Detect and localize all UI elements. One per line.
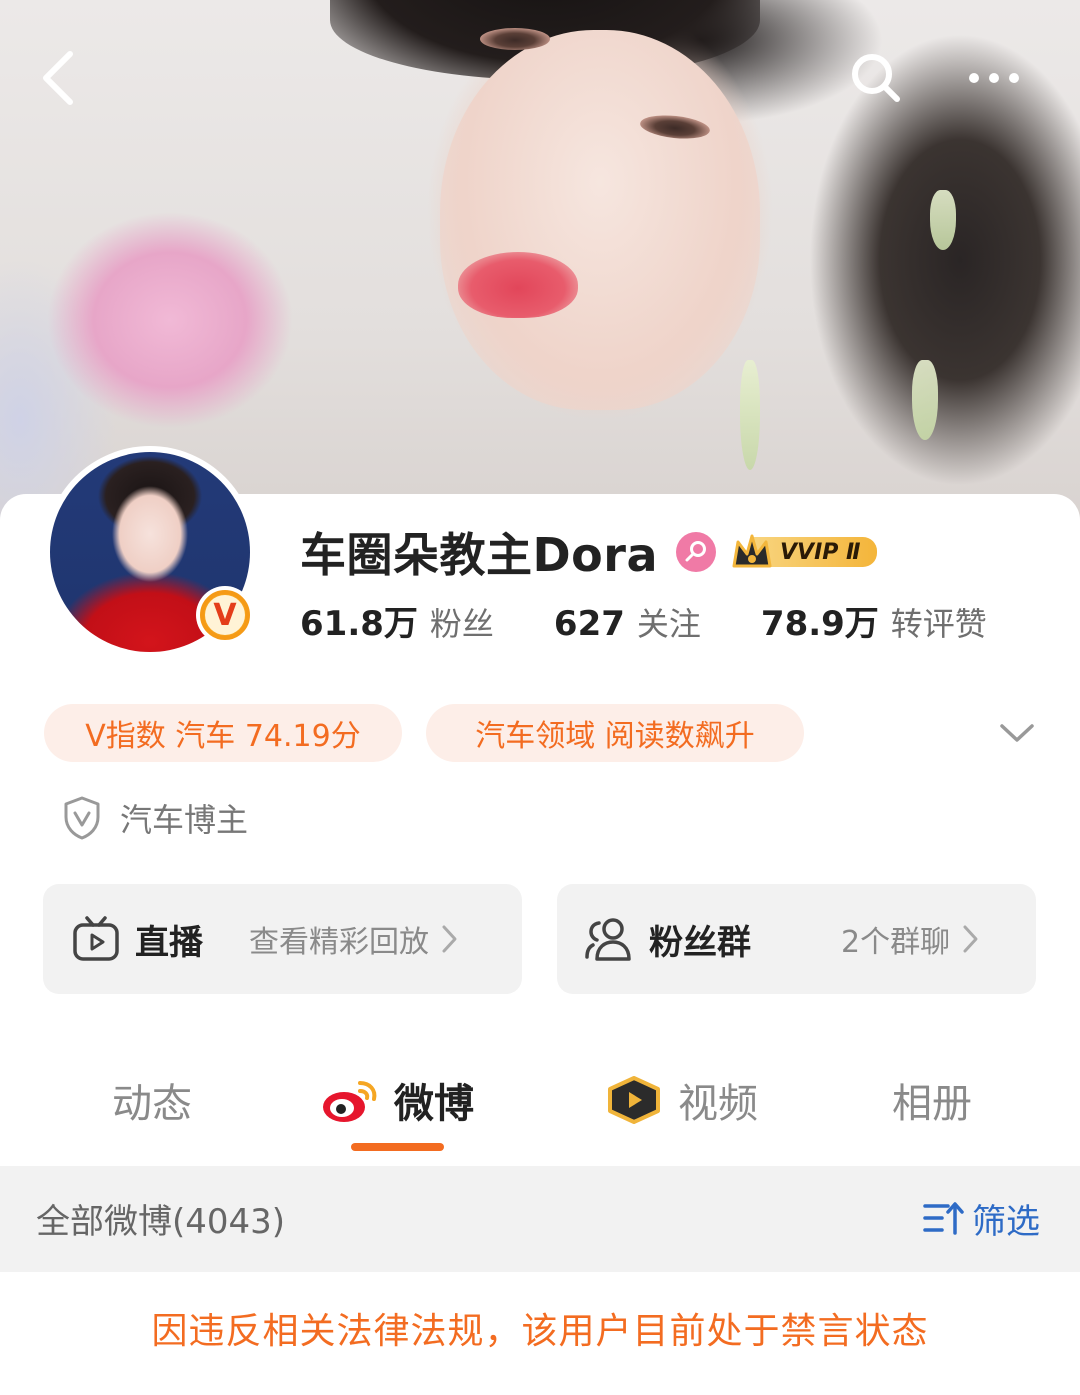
filter-button[interactable]: 筛选 xyxy=(922,1192,1040,1244)
crown-icon xyxy=(732,534,772,568)
live-card[interactable]: 直播 查看精彩回放 xyxy=(43,884,522,994)
role-label: 汽车博主 xyxy=(120,801,249,839)
tab-album[interactable]: 相册 xyxy=(892,1060,972,1140)
chevron-right-icon xyxy=(963,925,978,953)
active-tab-indicator xyxy=(351,1143,444,1151)
vvip-badge[interactable]: VVIP Ⅱ xyxy=(730,532,877,572)
feed-count: 全部微博(4043) xyxy=(36,1202,286,1242)
fan-group-title: 粉丝群 xyxy=(649,922,751,963)
tag-reading-surge[interactable]: 汽车领域 阅读数飙升 xyxy=(426,704,804,762)
stat-interactions[interactable]: 78.9万 转评赞 xyxy=(761,596,987,645)
notice-area: 因违反相关法律法规，该用户目前处于禁言状态 xyxy=(0,1272,1080,1395)
ban-notice: 因违反相关法律法规，该用户目前处于禁言状态 xyxy=(151,1311,929,1352)
content-tabs: 动态 微博 视频 相册 xyxy=(0,1060,1080,1150)
search-button[interactable] xyxy=(838,40,914,116)
live-tv-icon xyxy=(73,916,119,961)
shield-icon xyxy=(64,796,100,840)
role-row: 汽车博主 xyxy=(62,792,248,844)
stat-following[interactable]: 627 关注 xyxy=(554,599,701,645)
back-button[interactable] xyxy=(20,40,96,116)
more-button[interactable] xyxy=(956,40,1032,116)
fan-group-subtitle: 2个群聊 xyxy=(841,925,951,960)
weibo-icon xyxy=(323,1081,377,1122)
feed-header: 全部微博(4043) 筛选 xyxy=(0,1166,1080,1272)
profile-name: 车圈朵教主Dora xyxy=(300,528,659,582)
expand-button[interactable] xyxy=(994,708,1040,758)
tab-video[interactable]: 视频 xyxy=(604,1060,758,1140)
chevron-down-icon xyxy=(1000,724,1034,742)
female-icon xyxy=(676,532,717,572)
chevron-right-icon xyxy=(442,925,457,953)
filter-icon xyxy=(923,1202,964,1235)
tab-weibo[interactable]: 微博 xyxy=(320,1060,474,1140)
stat-followers[interactable]: 61.8万 粉丝 xyxy=(300,596,494,645)
verified-badge-icon: V xyxy=(196,586,254,644)
profile-name-row: 车圈朵教主Dora VVIP Ⅱ xyxy=(300,520,877,584)
more-horizontal-icon xyxy=(969,73,1019,83)
chevron-left-icon xyxy=(43,51,73,105)
video-badge-icon xyxy=(608,1076,660,1124)
profile-stats: 61.8万 粉丝 627 关注 78.9万 转评赞 xyxy=(300,596,987,646)
live-subtitle: 查看精彩回放 xyxy=(249,925,429,960)
search-icon xyxy=(852,54,900,102)
tab-activity[interactable]: 动态 xyxy=(112,1060,192,1140)
group-icon xyxy=(585,918,631,961)
tag-v-index[interactable]: V指数 汽车 74.19分 xyxy=(44,704,402,762)
fan-group-card[interactable]: 粉丝群 2个群聊 xyxy=(557,884,1036,994)
live-title: 直播 xyxy=(135,922,203,963)
